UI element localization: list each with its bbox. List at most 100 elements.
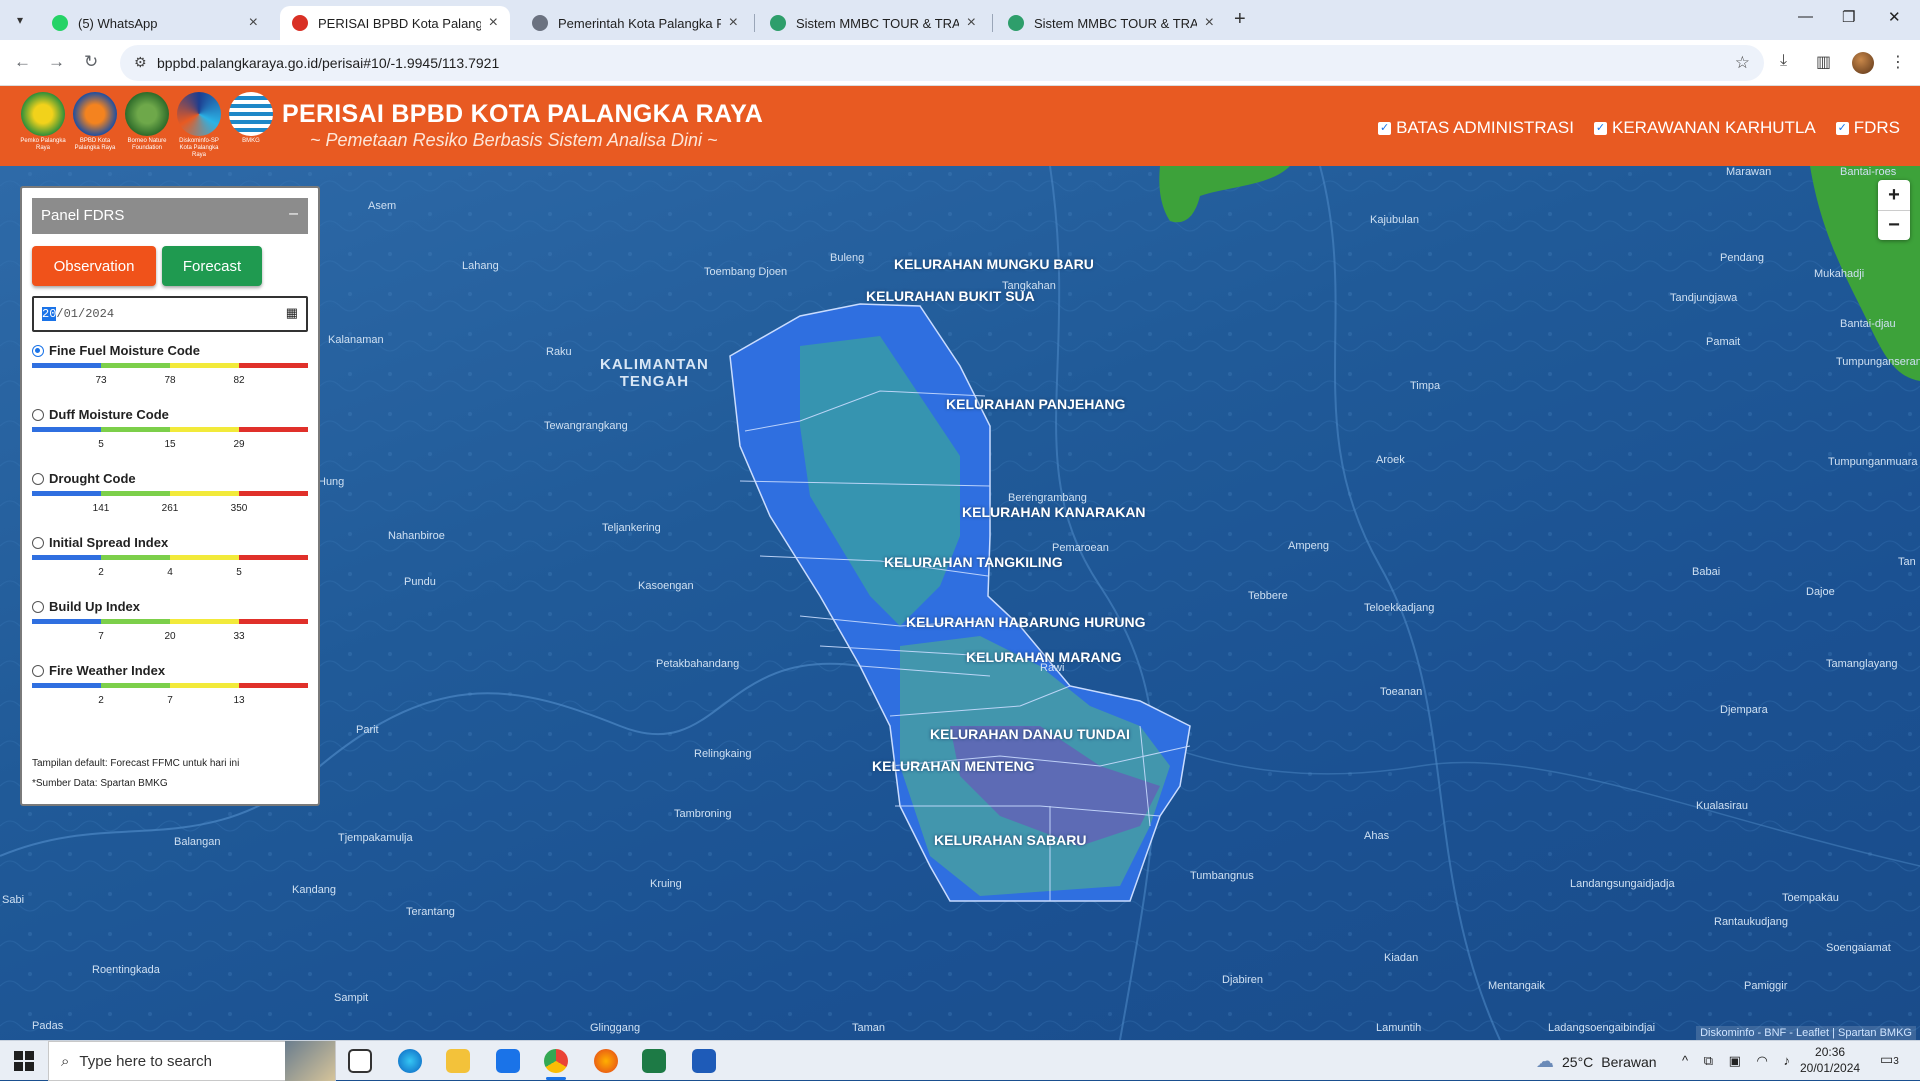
kelurahan-label[interactable]: KELURAHAN PANJEHANG [946, 396, 1125, 412]
zoom-out-button[interactable]: − [1878, 210, 1910, 240]
chrome-icon[interactable] [544, 1049, 568, 1080]
bpbd-favicon-icon [292, 15, 308, 31]
radio-button[interactable] [32, 664, 44, 677]
index-option[interactable]: Duff Moisture Code 5 15 29 [32, 407, 312, 471]
kelurahan-label[interactable]: KELURAHAN TANGKILING [884, 554, 1063, 570]
layer-toggles: ✓ BATAS ADMINISTRASI ✓ KERAWANAN KARHUTLA … [1378, 118, 1900, 138]
windows-start-icon[interactable] [14, 1051, 34, 1071]
download-icon[interactable]: ⤓ [1780, 52, 1787, 70]
kelurahan-label[interactable]: KELURAHAN DANAU TUNDAI [930, 726, 1130, 742]
profile-avatar[interactable] [1852, 52, 1874, 74]
tab-pemerintah[interactable]: Pemerintah Kota Palangka Raya × [520, 6, 750, 40]
zoom-in-button[interactable]: + [1878, 180, 1910, 210]
place-label: Roentingkada [92, 964, 160, 976]
minimize-window-icon[interactable]: — [1798, 8, 1813, 25]
radio-button[interactable] [32, 408, 44, 421]
word-icon[interactable] [692, 1049, 716, 1073]
checkbox-checked-icon[interactable]: ✓ [1835, 121, 1849, 135]
url-field[interactable]: ⚙ bppbd.palangkaraya.go.id/perisai#10/-1… [120, 45, 1764, 81]
checkbox-checked-icon[interactable]: ✓ [1594, 121, 1607, 135]
index-option[interactable]: Build Up Index 7 20 33 [32, 599, 312, 663]
tick-label: 82 [233, 375, 245, 386]
toggle-fdrs[interactable]: ✓ FDRS [1835, 118, 1900, 138]
site-info-icon[interactable]: ⚙ [134, 54, 147, 71]
checkbox-checked-icon[interactable]: ✓ [1378, 121, 1392, 135]
scale-segment [170, 619, 239, 624]
close-tab-icon[interactable]: × [489, 14, 498, 32]
minimize-panel-button[interactable]: – [289, 205, 298, 223]
map-attribution[interactable]: Diskominfo - BNF - Leaflet | Spartan BMK… [1696, 1026, 1916, 1040]
calendar-icon[interactable]: ▦ [286, 306, 298, 321]
close-tab-icon[interactable]: × [967, 14, 976, 32]
kelurahan-label[interactable]: KELURAHAN MUNGKU BARU [894, 256, 1094, 272]
back-icon[interactable]: ← [14, 52, 31, 72]
side-panel-icon[interactable]: ▥ [1816, 52, 1831, 72]
site-header: Pemko Palangka Raya BPBD Kota Palangka R… [0, 86, 1920, 166]
firefox-icon[interactable] [594, 1049, 618, 1073]
restore-window-icon[interactable]: ❐ [1842, 8, 1855, 26]
place-label: Djempara [1720, 704, 1768, 716]
scale-segment [32, 491, 101, 496]
kelurahan-label[interactable]: KELURAHAN MENTENG [872, 758, 1035, 774]
place-label: Kruing [650, 878, 682, 890]
tick-label: 5 [236, 567, 242, 578]
place-label: Tangkahan [1002, 280, 1056, 292]
file-explorer-icon[interactable] [446, 1049, 470, 1073]
weather-widget[interactable]: ☁ 25°C Berawan [1536, 1051, 1657, 1072]
scale-ticks: 5 15 29 [32, 439, 308, 451]
panel-note-default: Tampilan default: Forecast FFMC untuk ha… [32, 758, 240, 769]
bookmark-star-icon[interactable]: ☆ [1735, 53, 1750, 73]
index-title[interactable]: Fine Fuel Moisture Code [32, 343, 312, 358]
tab-mmbc-1[interactable]: Sistem MMBC TOUR & TRAVEL × [758, 6, 988, 40]
edge-icon[interactable] [398, 1049, 422, 1073]
date-day-segment[interactable]: 20 [42, 307, 57, 321]
kelurahan-label[interactable]: KELURAHAN KANARAKAN [962, 504, 1146, 520]
forward-icon[interactable]: → [48, 52, 65, 72]
tab-mmbc-2[interactable]: Sistem MMBC TOUR & TRAVEL × [996, 6, 1226, 40]
tick-label: 350 [230, 503, 248, 514]
kelurahan-label[interactable]: KELURAHAN SABARU [934, 832, 1086, 848]
index-title[interactable]: Fire Weather Index [32, 663, 312, 678]
taskbar-search[interactable]: ⌕ Type here to search [48, 1041, 336, 1081]
new-tab-icon[interactable]: + [1234, 8, 1246, 31]
toggle-batas-administrasi[interactable]: ✓ BATAS ADMINISTRASI [1378, 118, 1574, 138]
toggle-kerawanan-karhutla[interactable]: ✓ KERAWANAN KARHUTLA [1594, 118, 1816, 138]
close-tab-icon[interactable]: × [249, 14, 258, 32]
index-option[interactable]: Fire Weather Index 2 7 13 [32, 663, 312, 727]
system-tray-icons[interactable]: ^ ⧉ ▣ ◠ ♪ [1682, 1053, 1796, 1069]
menu-kebab-icon[interactable]: ⋮ [1890, 52, 1906, 72]
index-option[interactable]: Drought Code 141 261 350 [32, 471, 312, 535]
radio-button[interactable] [32, 600, 44, 613]
notification-center-icon[interactable]: ▭3 [1880, 1051, 1899, 1068]
place-label: Relingkaing [694, 748, 752, 760]
mail-icon[interactable] [496, 1049, 520, 1073]
place-label: Rawi [1040, 662, 1065, 674]
index-title[interactable]: Initial Spread Index [32, 535, 312, 550]
scale-segment [239, 683, 308, 688]
kelurahan-label[interactable]: KELURAHAN HABARUNG HURUNG [906, 614, 1146, 630]
index-title[interactable]: Duff Moisture Code [32, 407, 312, 422]
index-option[interactable]: Fine Fuel Moisture Code 73 78 82 [32, 343, 312, 407]
radio-button[interactable] [32, 472, 44, 485]
date-rest-segment[interactable]: /01/2024 [56, 307, 114, 321]
radio-button[interactable] [32, 344, 44, 357]
tab-perisai[interactable]: PERISAI BPBD Kota Palangka Ra × [280, 6, 510, 40]
close-window-icon[interactable]: ✕ [1888, 8, 1901, 26]
index-title[interactable]: Drought Code [32, 471, 312, 486]
index-option[interactable]: Initial Spread Index 2 4 5 [32, 535, 312, 599]
close-tab-icon[interactable]: × [1205, 14, 1214, 32]
close-tab-icon[interactable]: × [729, 14, 738, 32]
taskbar-clock[interactable]: 20:36 20/01/2024 [1800, 1044, 1860, 1076]
task-view-icon[interactable] [348, 1049, 372, 1073]
tab-search-icon[interactable]: ▾ [8, 8, 32, 32]
index-title[interactable]: Build Up Index [32, 599, 312, 614]
radio-button[interactable] [32, 536, 44, 549]
clock-time: 20:36 [1815, 1045, 1846, 1059]
place-label: Pamiggir [1744, 980, 1788, 992]
excel-icon[interactable] [642, 1049, 666, 1073]
tab-whatsapp[interactable]: (5) WhatsApp × [40, 6, 270, 40]
observation-button[interactable]: Observation [32, 246, 156, 286]
forecast-button[interactable]: Forecast [162, 246, 262, 286]
reload-icon[interactable]: ↻ [84, 52, 98, 72]
date-input[interactable]: 20/01/2024 ▦ [32, 296, 308, 332]
